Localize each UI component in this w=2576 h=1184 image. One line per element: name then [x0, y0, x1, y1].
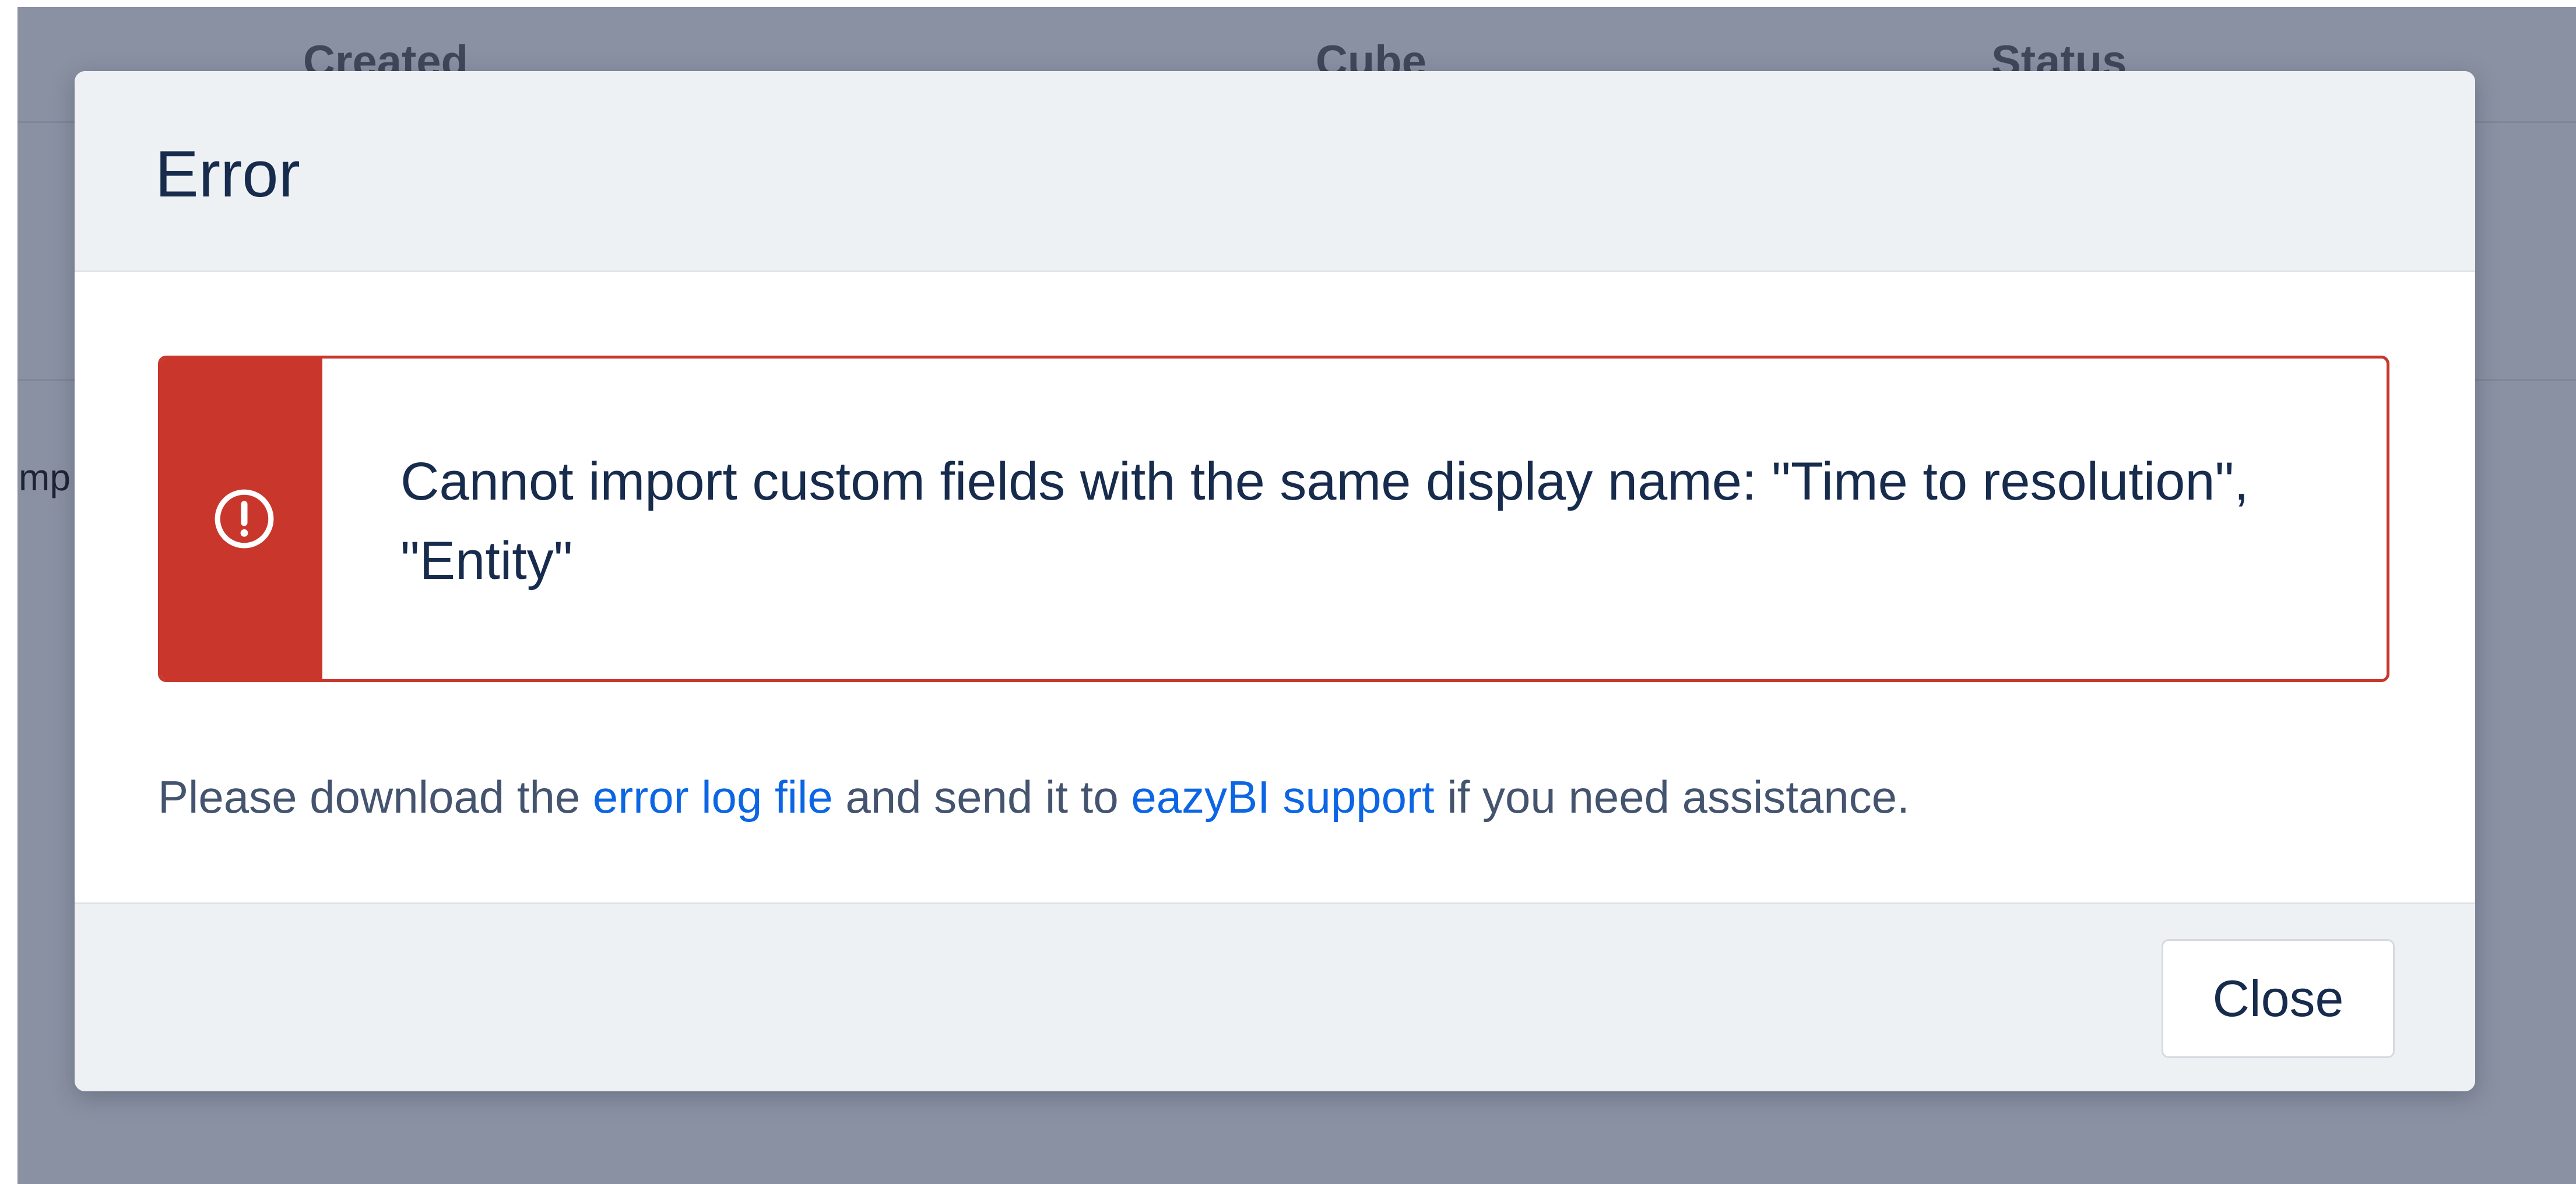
dialog-header: Error — [75, 71, 2475, 272]
dialog-footer: Close — [75, 902, 2475, 1091]
help-text-middle: and send it to — [832, 771, 1131, 823]
error-log-link[interactable]: error log file — [593, 771, 833, 823]
help-text-prefix: Please download the — [158, 771, 593, 823]
close-button[interactable]: Close — [2162, 939, 2395, 1058]
dialog-title: Error — [155, 138, 300, 210]
exclamation-circle-icon — [215, 489, 274, 549]
help-text-suffix: if you need assistance. — [1434, 771, 1910, 823]
error-dialog: Error Cannot import custom fields with t… — [75, 71, 2475, 1091]
error-alert: Cannot import custom fields with the sam… — [158, 356, 2389, 682]
error-message: Cannot import custom fields with the sam… — [400, 452, 2249, 591]
support-link[interactable]: eazyBI support — [1131, 771, 1434, 823]
background-row-text: mp — [19, 456, 71, 498]
screen-edge — [0, 0, 17, 1184]
alert-icon-panel — [161, 359, 322, 679]
help-text: Please download the error log file and s… — [158, 768, 1910, 826]
